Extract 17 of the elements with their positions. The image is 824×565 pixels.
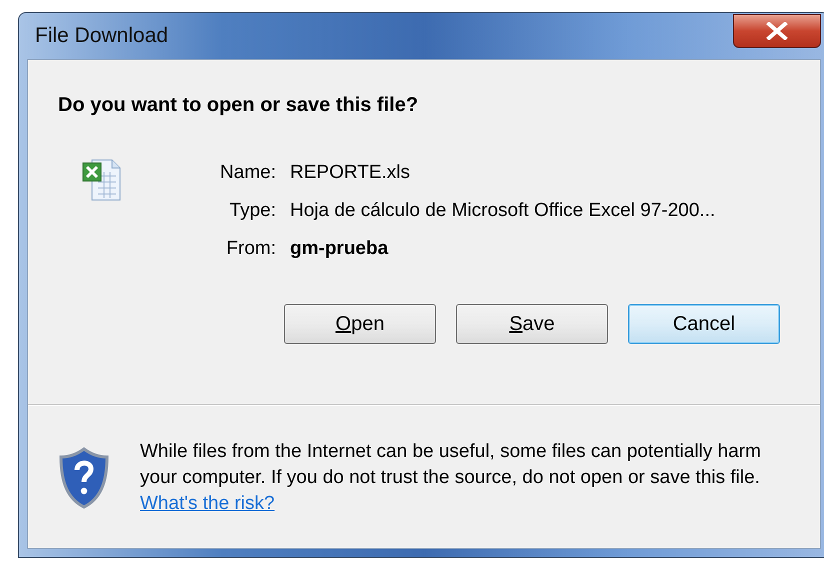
dialog-button[interactable]: Cancel <box>628 304 780 344</box>
spreadsheet-file-icon <box>82 158 122 202</box>
risk-link[interactable]: What's the risk? <box>140 493 275 514</box>
field-value: Hoja de cálculo de Microsoft Office Excel 97-200... <box>290 199 716 223</box>
shield-help-icon <box>58 447 110 509</box>
window-title: File Download <box>34 23 168 50</box>
dialog-button[interactable]: Save <box>456 304 608 344</box>
close-button[interactable] <box>733 14 821 48</box>
field-label: Type: <box>228 199 276 223</box>
field-label: From: <box>225 237 276 261</box>
field-label: Name: <box>219 161 276 185</box>
warning-message: While files from the Internet can be useful, some files can potentially harm your computer. If you do not trust the source, do not open or save this file. What's the risk? <box>140 440 762 516</box>
close-icon <box>766 22 788 40</box>
field-value: gm-prueba <box>290 237 388 261</box>
dialog-button[interactable]: Open <box>284 304 436 344</box>
field-value: REPORTE.xls <box>290 161 410 185</box>
dialog-heading: Do you want to open or save this file? <box>58 93 420 118</box>
